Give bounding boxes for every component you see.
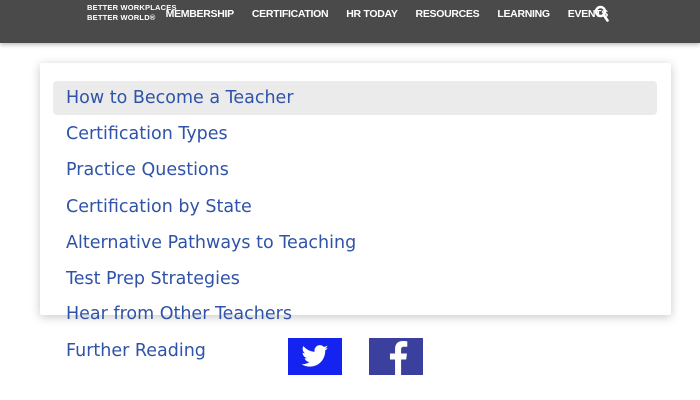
twitter-share-button[interactable] [288, 338, 342, 375]
main-nav: MEMBERSHIP CERTIFICATION HR TODAY RESOUR… [166, 0, 609, 27]
menu-item-test-prep-strategies[interactable]: Test Prep Strategies [53, 262, 657, 296]
brand-logo[interactable]: BETTER WORKPLACES BETTER WORLD® [87, 3, 177, 23]
further-reading-link[interactable]: Further Reading [66, 341, 206, 361]
twitter-icon [301, 345, 329, 367]
dropdown-menu: How to Become a Teacher Certification Ty… [40, 63, 671, 315]
menu-item-hear-from-other-teachers[interactable]: Hear from Other Teachers [66, 304, 292, 324]
menu-item-practice-questions[interactable]: Practice Questions [53, 153, 657, 187]
menu-item-certification-types[interactable]: Certification Types [53, 117, 657, 151]
menu-item-certification-by-state[interactable]: Certification by State [53, 190, 657, 224]
menu-item-how-to-become-a-teacher[interactable]: How to Become a Teacher [53, 81, 657, 115]
brand-tagline-line1: BETTER WORKPLACES [87, 3, 177, 12]
top-navigation-bar: BETTER WORKPLACES BETTER WORLD® MEMBERSH… [0, 0, 700, 43]
nav-learning[interactable]: LEARNING [497, 8, 550, 20]
search-icon[interactable] [594, 5, 610, 23]
nav-membership[interactable]: MEMBERSHIP [166, 8, 234, 20]
brand-tagline-line2: BETTER WORLD® [87, 13, 156, 22]
facebook-share-button[interactable] [369, 338, 423, 375]
facebook-icon [389, 341, 408, 375]
nav-hr-today[interactable]: HR TODAY [346, 8, 398, 20]
nav-resources[interactable]: RESOURCES [416, 8, 480, 20]
nav-certification[interactable]: CERTIFICATION [252, 8, 329, 20]
menu-item-alternative-pathways[interactable]: Alternative Pathways to Teaching [53, 226, 657, 260]
